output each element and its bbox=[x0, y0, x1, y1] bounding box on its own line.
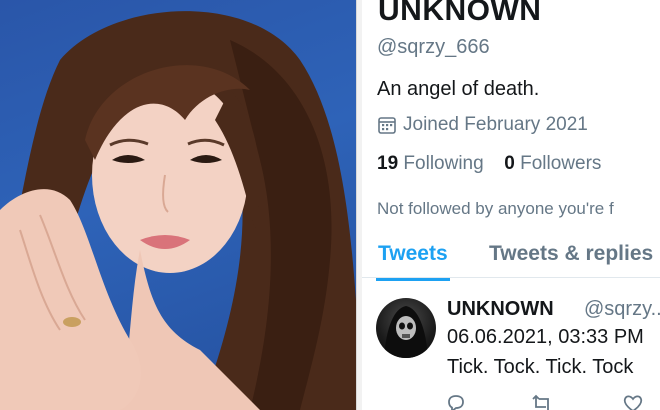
retweet-icon[interactable] bbox=[531, 392, 553, 410]
grim-reaper-icon bbox=[384, 306, 428, 358]
followers-label: Followers bbox=[520, 153, 602, 174]
tweet-author-name: UNKNOWN bbox=[447, 298, 554, 320]
like-icon[interactable] bbox=[622, 392, 644, 410]
tab-tweets[interactable]: Tweets bbox=[376, 242, 450, 281]
follow-stats: 19 Following 0 Followers bbox=[377, 153, 601, 175]
profile-panel: UNKNOWN @sqrzy_666 An angel of death. Jo… bbox=[362, 0, 660, 410]
tweet-avatar[interactable] bbox=[376, 298, 436, 358]
profile-display-name: UNKNOWN bbox=[378, 0, 542, 27]
followers-link[interactable]: 0 Followers bbox=[504, 153, 601, 174]
following-link[interactable]: 19 Following bbox=[377, 153, 489, 174]
reply-icon[interactable] bbox=[445, 392, 467, 410]
followers-count: 0 bbox=[504, 153, 515, 174]
following-label: Following bbox=[403, 153, 484, 174]
portrait-illustration bbox=[0, 11, 356, 410]
profile-bio: An angel of death. bbox=[377, 78, 540, 100]
tweet-item[interactable]: UNKNOWN @sqrzy... 06.06.2021, 03:33 PM T… bbox=[362, 280, 660, 410]
profile-handle: @sqrzy_666 bbox=[377, 36, 490, 58]
not-followed-text: Not followed by anyone you're f bbox=[377, 199, 614, 218]
joined-date: Joined February 2021 bbox=[377, 114, 588, 136]
tweet-actions bbox=[447, 392, 660, 410]
profile-photo bbox=[0, 0, 356, 410]
profile-tabs: Tweets Tweets & replies bbox=[362, 232, 660, 281]
tweet-author-handle: @sqrzy... bbox=[584, 298, 660, 320]
tweet-text: Tick. Tock. Tick. Tock bbox=[447, 356, 634, 378]
following-count: 19 bbox=[377, 153, 399, 174]
joined-text: Joined February 2021 bbox=[403, 114, 588, 135]
tab-tweets-and-replies[interactable]: Tweets & replies bbox=[489, 242, 653, 266]
calendar-icon bbox=[378, 117, 396, 134]
tweet-timestamp: 06.06.2021, 03:33 PM bbox=[447, 326, 644, 348]
